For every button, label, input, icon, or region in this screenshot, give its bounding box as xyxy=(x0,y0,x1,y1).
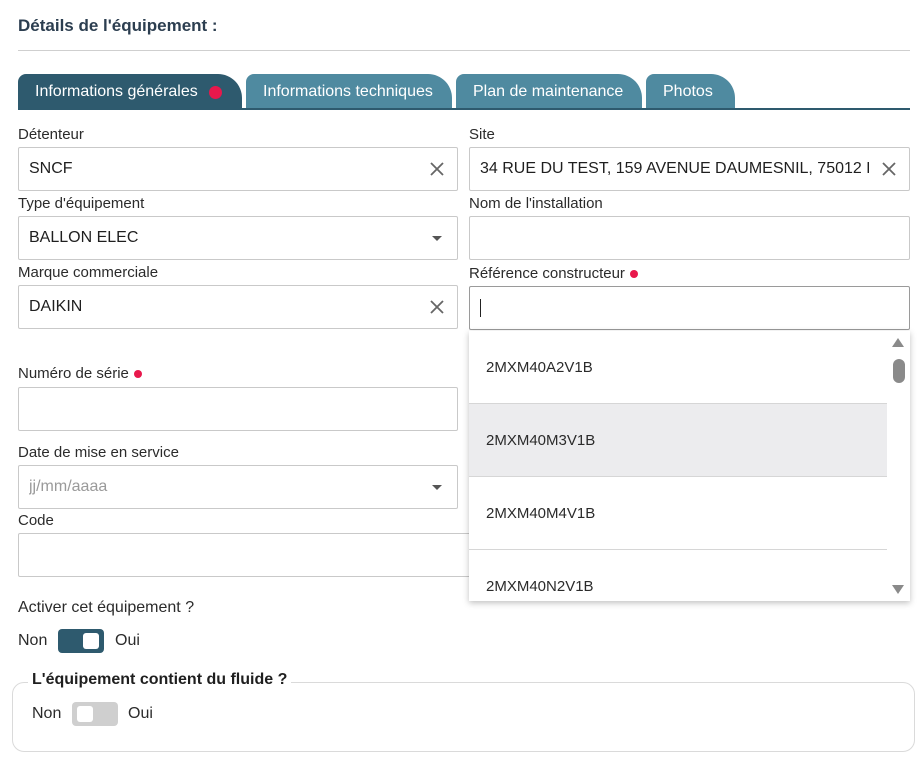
reference-autocomplete-list: 2MXM40A2V1B 2MXM40M3V1B 2MXM40M4V1B 2MXM… xyxy=(469,331,910,601)
clear-icon[interactable] xyxy=(417,148,457,190)
required-dot-icon xyxy=(133,370,142,379)
serie-field[interactable] xyxy=(18,387,458,431)
reference-label-text: Référence constructeur xyxy=(469,265,625,282)
tab-label: Informations techniques xyxy=(263,83,433,100)
tab-baseline xyxy=(18,108,910,110)
tab-plan-de-maintenance[interactable]: Plan de maintenance xyxy=(456,74,642,110)
chevron-down-icon xyxy=(417,217,457,259)
chevron-down-icon xyxy=(417,466,457,508)
tab-photos[interactable]: Photos xyxy=(646,74,735,110)
reference-label: Référence constructeur xyxy=(469,265,638,282)
detenteur-field[interactable]: SNCF xyxy=(18,147,458,191)
toggle-knob xyxy=(83,633,99,649)
code-label: Code xyxy=(18,512,54,529)
fluid-on-label: Oui xyxy=(128,705,153,722)
tab-label: Plan de maintenance xyxy=(473,83,624,100)
code-field[interactable] xyxy=(18,533,478,577)
type-value: BALLON ELEC xyxy=(29,229,139,246)
list-item[interactable]: 2MXM40N2V1B xyxy=(469,550,887,601)
scroll-thumb[interactable] xyxy=(893,359,905,383)
site-label: Site xyxy=(469,126,495,143)
section-divider xyxy=(18,50,910,51)
date-placeholder: jj/mm/aaaa xyxy=(29,478,108,495)
tab-informations-techniques[interactable]: Informations techniques xyxy=(246,74,452,110)
tab-label: Informations générales xyxy=(35,83,198,100)
marque-field[interactable]: DAIKIN xyxy=(18,285,458,329)
tab-bar: Informations générales Informations tech… xyxy=(18,74,910,110)
marque-value: DAIKIN xyxy=(29,298,83,315)
detenteur-label: Détenteur xyxy=(18,126,84,143)
date-label: Date de mise en service xyxy=(18,444,179,461)
text-cursor xyxy=(480,299,481,317)
site-value: 34 RUE DU TEST, 159 AVENUE DAUMESNIL, 75… xyxy=(480,160,869,177)
reference-input[interactable] xyxy=(469,286,910,330)
toggle-knob xyxy=(77,706,93,722)
section-title: Détails de l'équipement : xyxy=(18,16,218,35)
installation-field[interactable] xyxy=(469,216,910,260)
tab-label: Photos xyxy=(663,83,713,100)
serie-label: Numéro de série xyxy=(18,365,142,382)
scroll-down-icon[interactable] xyxy=(892,585,904,594)
activation-toggle[interactable] xyxy=(58,629,104,653)
required-dot-icon xyxy=(629,270,638,279)
clear-icon[interactable] xyxy=(417,286,457,328)
scrollbar[interactable] xyxy=(887,331,910,601)
type-label: Type d'équipement xyxy=(18,195,145,212)
fluid-title: L'équipement contient du fluide ? xyxy=(28,671,292,689)
detenteur-value: SNCF xyxy=(29,160,73,177)
fluid-toggle[interactable] xyxy=(72,702,118,726)
serie-label-text: Numéro de série xyxy=(18,365,129,382)
fluid-off-label: Non xyxy=(32,705,62,722)
type-select[interactable]: BALLON ELEC xyxy=(18,216,458,260)
scroll-up-icon[interactable] xyxy=(892,338,904,347)
installation-label: Nom de l'installation xyxy=(469,195,603,212)
clear-icon[interactable] xyxy=(869,148,909,190)
activation-question: Activer cet équipement ? xyxy=(18,599,195,616)
tab-informations-generales[interactable]: Informations générales xyxy=(18,74,242,110)
list-item[interactable]: 2MXM40M3V1B xyxy=(469,404,887,477)
marque-label: Marque commerciale xyxy=(18,264,159,281)
activation-on-label: Oui xyxy=(115,632,140,649)
list-item[interactable]: 2MXM40A2V1B xyxy=(469,331,887,404)
activation-off-label: Non xyxy=(18,632,48,649)
date-field[interactable]: jj/mm/aaaa xyxy=(18,465,458,509)
site-field[interactable]: 34 RUE DU TEST, 159 AVENUE DAUMESNIL, 75… xyxy=(469,147,910,191)
alert-dot-icon xyxy=(208,85,222,99)
list-item[interactable]: 2MXM40M4V1B xyxy=(469,477,887,550)
